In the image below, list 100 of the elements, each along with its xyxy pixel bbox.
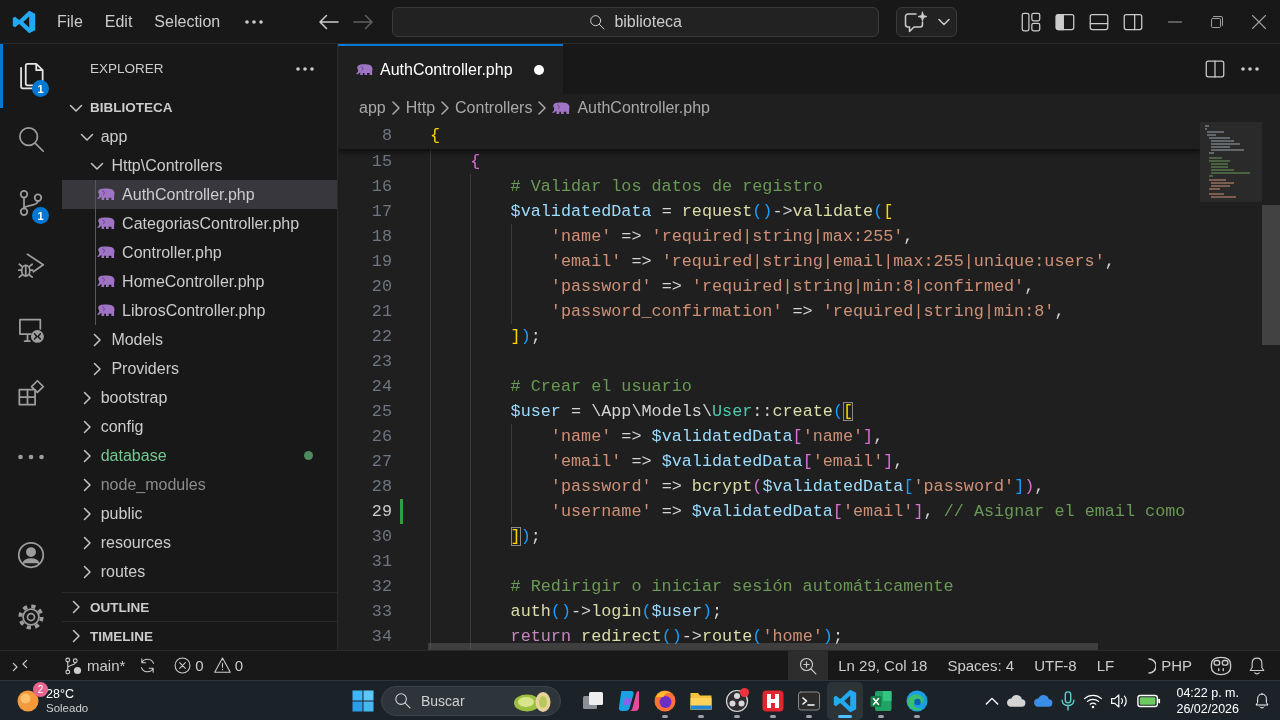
line-ending-setting[interactable]: LF: [1086, 651, 1125, 680]
line-number: 22: [371, 327, 392, 346]
app-icon[interactable]: [761, 688, 785, 713]
restore-icon[interactable]: [1211, 15, 1223, 28]
run-debug-icon[interactable]: [17, 252, 45, 281]
active-app-tile[interactable]: [827, 681, 863, 720]
folder-item[interactable]: Providers: [62, 354, 337, 383]
breadcrumb-item[interactable]: Http: [405, 99, 436, 117]
folder-item[interactable]: bootstrap: [62, 383, 337, 412]
browser-icon[interactable]: [905, 688, 929, 713]
split-editor-icon[interactable]: [1205, 59, 1225, 79]
folder-item[interactable]: routes: [62, 557, 337, 586]
bell-icon[interactable]: [1254, 691, 1270, 710]
zoom-button[interactable]: [788, 651, 829, 680]
folder-item[interactable]: Http\Controllers: [62, 151, 337, 180]
sync-icon[interactable]: [139, 657, 157, 674]
clock[interactable]: 04:22 p. m. 26/02/2026: [1176, 684, 1239, 717]
breadcrumb-item[interactable]: app: [359, 99, 386, 117]
menu-item[interactable]: Selection: [147, 8, 228, 35]
line-number: 23: [371, 352, 392, 371]
breadcrumb-item[interactable]: Controllers: [455, 99, 533, 117]
command-center[interactable]: biblioteca: [392, 6, 880, 37]
extensions-icon[interactable]: [17, 379, 45, 408]
chevron-right-icon: [537, 101, 548, 115]
more-icon[interactable]: [295, 64, 315, 73]
php-file-icon: [97, 304, 116, 317]
chat-button[interactable]: [896, 6, 958, 37]
tree-item[interactable]: HomeController.php: [62, 267, 337, 296]
folder-item[interactable]: app: [62, 122, 337, 151]
line-number: 16: [371, 177, 392, 196]
language-mode[interactable]: PHP: [1138, 651, 1202, 680]
encoding-setting[interactable]: UTF-8: [1024, 651, 1087, 680]
back-arrow-icon[interactable]: [319, 13, 340, 30]
code-editor-icon[interactable]: [833, 688, 857, 713]
remote-icon[interactable]: [12, 657, 28, 674]
cloud-icon[interactable]: [1033, 693, 1054, 708]
customize-layout-icon[interactable]: [1021, 11, 1041, 32]
line-number: 32: [371, 577, 392, 596]
folder-item[interactable]: resources: [62, 528, 337, 557]
primary-sidebar-toggle-icon[interactable]: [1054, 11, 1076, 32]
more-icon[interactable]: [244, 17, 265, 26]
folder-item[interactable]: Models: [62, 325, 337, 354]
microphone-icon[interactable]: [1060, 690, 1077, 711]
folder-item[interactable]: node_modules: [62, 470, 337, 499]
problems-status[interactable]: 0 0: [174, 651, 244, 680]
code-line: # Validar los datos de registro: [510, 177, 823, 196]
search-icon[interactable]: [17, 125, 45, 154]
tree-item[interactable]: Controller.php: [62, 238, 337, 267]
notification-badge: 2: [33, 681, 48, 697]
workspace-folder[interactable]: BIBLIOTECA: [62, 93, 337, 122]
battery-icon[interactable]: [1137, 693, 1162, 708]
minimize-icon[interactable]: [1168, 20, 1182, 23]
app-logo-icon: [12, 9, 36, 34]
spreadsheet-icon[interactable]: [869, 688, 893, 713]
start-icon[interactable]: [352, 689, 374, 712]
code-line: 'name' => 'required|string|max:255',: [550, 227, 914, 246]
line-number: 24: [371, 377, 392, 396]
scrollbar[interactable]: [428, 643, 1098, 650]
tree-item[interactable]: AuthController.php: [62, 180, 337, 209]
menu-item[interactable]: Edit: [97, 8, 140, 35]
browser-icon[interactable]: [653, 688, 677, 713]
folder-item[interactable]: config: [62, 412, 337, 441]
panel-toggle-icon[interactable]: [1088, 11, 1110, 32]
section-header[interactable]: OUTLINE: [62, 592, 337, 621]
php-file-icon: [97, 246, 116, 259]
wifi-icon[interactable]: [1083, 692, 1104, 709]
search-field[interactable]: Buscar: [381, 685, 561, 716]
cursor-position[interactable]: Ln 29, Col 18: [828, 651, 938, 680]
terminal-icon[interactable]: [797, 688, 821, 713]
branch-status[interactable]: main*: [64, 651, 126, 680]
menu-item[interactable]: File: [50, 8, 90, 35]
bell-icon[interactable]: [1248, 655, 1266, 676]
folder-item[interactable]: database: [62, 441, 337, 470]
scrollbar[interactable]: [1262, 205, 1280, 345]
indentation-setting[interactable]: Spaces: 4: [937, 651, 1025, 680]
account-icon[interactable]: [17, 541, 45, 569]
code-line: ]);: [510, 527, 541, 546]
editor-tab[interactable]: AuthController.php: [338, 44, 563, 94]
code-line: ]);: [510, 327, 541, 346]
secondary-sidebar-toggle-icon[interactable]: [1122, 11, 1144, 32]
tree-item[interactable]: CategoriasController.php: [62, 209, 337, 238]
line-number: 21: [371, 302, 392, 321]
zoom-in-icon: [799, 656, 818, 675]
settings-icon[interactable]: [17, 603, 45, 631]
bot-icon[interactable]: [1210, 655, 1232, 676]
breadcrumb-item[interactable]: AuthController.php: [552, 99, 710, 117]
more-icon[interactable]: [1240, 65, 1260, 73]
line-number: 33: [371, 602, 392, 621]
line-number: 20: [371, 277, 392, 296]
cloud-icon[interactable]: [1006, 693, 1027, 708]
panel-title: EXPLORER: [90, 61, 164, 76]
tree-item[interactable]: LibrosController.php: [62, 296, 337, 325]
line-number: 30: [371, 527, 392, 546]
code-line: # Redirigir o iniciar sesión automáticamente: [510, 577, 954, 596]
close-icon[interactable]: [1252, 14, 1266, 29]
folder-item[interactable]: public: [62, 499, 337, 528]
search-icon: [589, 13, 606, 30]
unsaved-dot-icon[interactable]: [533, 65, 544, 75]
chevron-down-icon: [937, 17, 950, 26]
chevron-up-icon[interactable]: [985, 695, 1000, 706]
